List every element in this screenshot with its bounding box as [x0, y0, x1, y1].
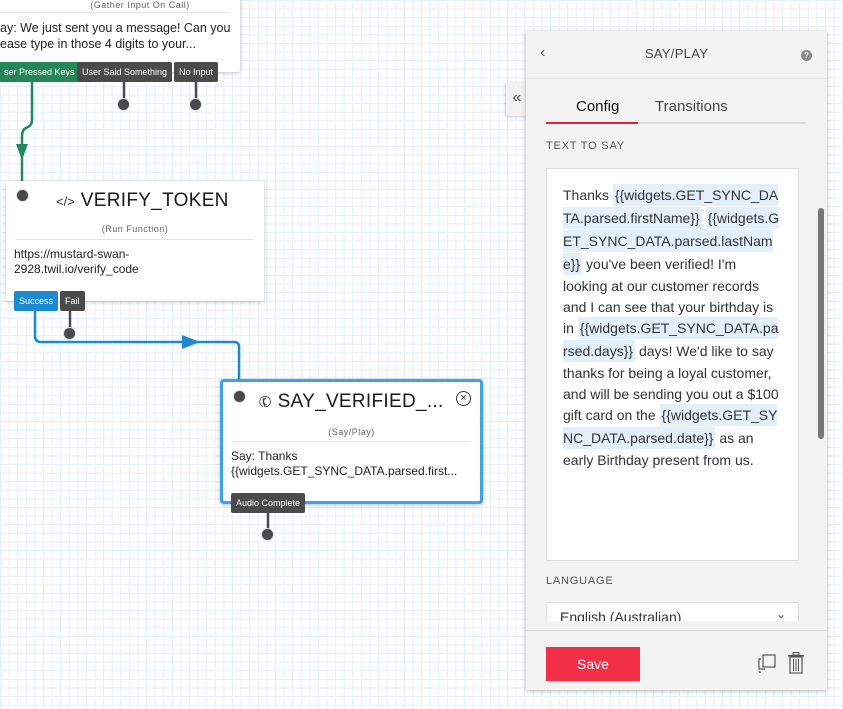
node-input-handle[interactable] — [233, 390, 246, 403]
panel-tabs: Config Transitions — [546, 98, 806, 124]
node-header: </> VERIFY_TOKEN — [56, 190, 229, 212]
panel-header: ‹ SAY/PLAY ? — [526, 31, 827, 79]
port-audio-complete[interactable]: Audio Complete — [231, 493, 306, 513]
panel-footer: Save — [526, 630, 827, 690]
node-title: VERIFY_TOKEN — [80, 190, 229, 211]
active-tab-indicator — [546, 122, 638, 124]
node-body: https://mustard-swan- 2928.twil.io/verif… — [14, 247, 139, 276]
wire-success — [33, 310, 241, 380]
duplicate-icon[interactable] — [757, 653, 777, 673]
port-handle-audio-complete[interactable] — [261, 528, 274, 541]
tab-transitions[interactable]: Transitions — [655, 98, 728, 124]
node-header: ✆ SAY_VERIFIED_... — [256, 391, 444, 413]
node-body: Say: Thanks {{widgets.GET_SYNC_DATA.pars… — [231, 449, 458, 478]
port-fail[interactable]: Fail — [60, 291, 85, 311]
panel-scrollbar[interactable] — [818, 208, 824, 439]
save-button[interactable]: Save — [546, 647, 640, 681]
say-verified-node[interactable]: ✆ SAY_VERIFIED_... × (Say/Play) Say: Tha… — [220, 379, 483, 504]
wire-pressed-keys — [20, 82, 34, 182]
text-segment: Thanks — [563, 187, 613, 203]
node-subtitle: (Gather Input On Call) — [90, 0, 190, 10]
node-divider — [16, 239, 254, 240]
node-body: ay: We just sent you a message! Can you … — [0, 21, 231, 51]
widget-config-panel: ‹ SAY/PLAY ? Config Transitions TEXT TO … — [526, 31, 827, 690]
text-segment — [702, 210, 706, 226]
node-subtitle: (Run Function) — [101, 224, 169, 234]
code-icon: </> — [56, 193, 75, 209]
port-handle-fail[interactable] — [63, 327, 76, 340]
tab-config[interactable]: Config — [576, 98, 619, 124]
chevron-down-icon: ⌄ — [775, 607, 786, 621]
port-no-input[interactable]: No Input — [174, 62, 219, 82]
language-value: English (Australian) — [560, 609, 682, 621]
language-label: LANGUAGE — [546, 575, 614, 587]
port-user-said-something[interactable]: User Said Something — [77, 62, 173, 82]
port-user-pressed-keys[interactable]: ser Pressed Keys — [0, 62, 80, 82]
help-icon[interactable]: ? — [801, 50, 812, 61]
close-icon[interactable]: × — [456, 391, 471, 406]
collapse-panel-button[interactable]: « — [506, 82, 528, 116]
node-title: SAY_VERIFIED_... — [277, 391, 444, 412]
port-success[interactable]: Success — [14, 291, 59, 311]
text-to-say-label: TEXT TO SAY — [546, 140, 625, 152]
panel-title: SAY/PLAY — [644, 46, 709, 61]
text-to-say-field[interactable]: Thanks {{widgets.GET_SYNC_DATA.parsed.fi… — [546, 168, 799, 561]
node-divider — [233, 441, 470, 442]
double-chevron-left-icon: « — [512, 89, 522, 106]
wire-arrow-blue — [182, 335, 200, 349]
port-handle-no-input[interactable] — [189, 98, 202, 111]
language-select[interactable]: English (Australian) ⌄ — [546, 602, 799, 621]
trash-icon[interactable] — [787, 652, 805, 674]
verify-token-node[interactable]: </> VERIFY_TOKEN (Run Function) https://… — [6, 181, 264, 301]
phone-icon: ✆ — [255, 391, 276, 413]
node-input-handle[interactable] — [16, 189, 29, 202]
node-subtitle: (Say/Play) — [328, 427, 375, 437]
node-divider — [0, 12, 230, 13]
wire-arrow-green — [16, 144, 28, 160]
port-handle-user-said[interactable] — [117, 98, 130, 111]
